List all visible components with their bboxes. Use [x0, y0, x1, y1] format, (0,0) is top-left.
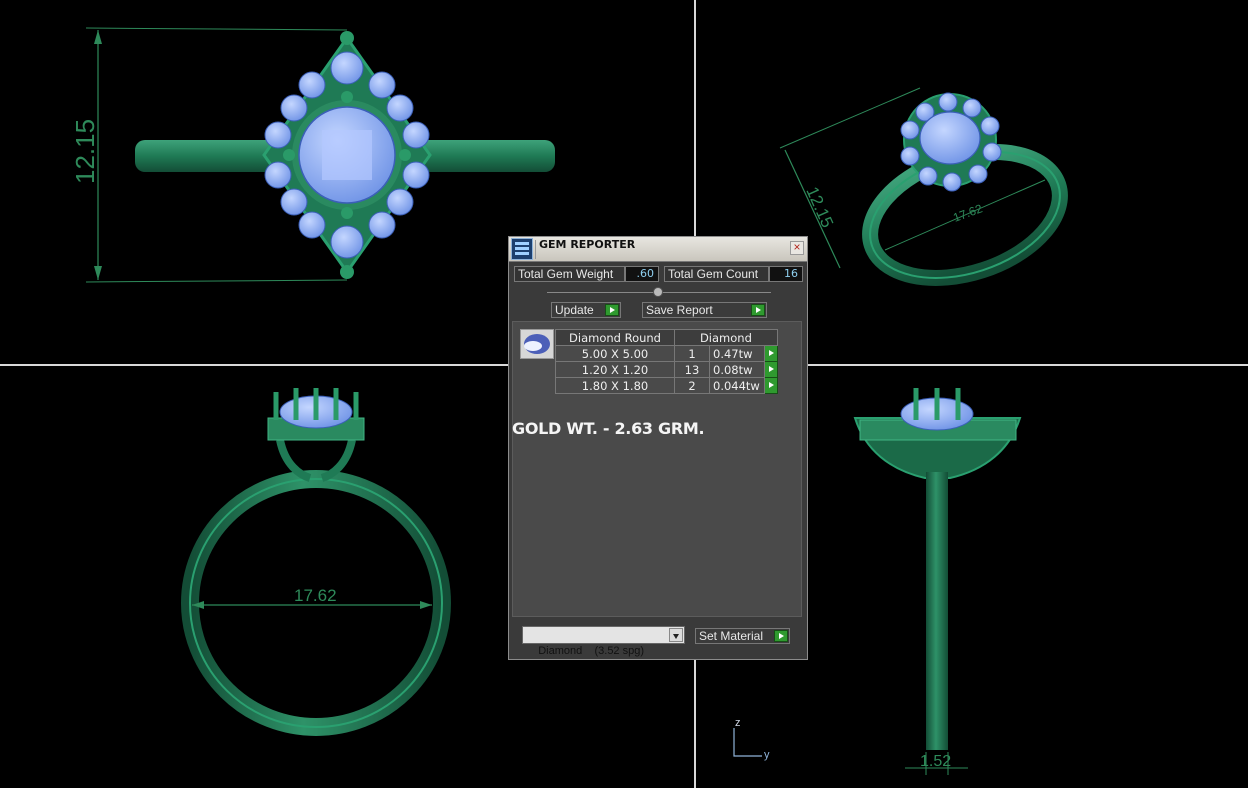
close-icon[interactable]: × [790, 241, 804, 255]
top-height-dimension: 12.15 [70, 119, 100, 184]
total-gem-count-label: Total Gem Count [664, 266, 769, 282]
gold-weight-note: GOLD WT. - 2.63 GRM. [512, 419, 705, 438]
table-row[interactable]: 1.80 X 1.80 2 0.044tw [555, 377, 778, 394]
save-report-button-label: Save Report [646, 303, 713, 317]
gem-reporter-dialog: GEM REPORTER × Total Gem Weight .60 Tota… [508, 236, 808, 660]
slider-handle[interactable] [653, 287, 663, 297]
chevron-down-icon[interactable] [669, 628, 683, 642]
save-report-button[interactable]: Save Report [642, 302, 767, 318]
play-arrow-icon [774, 630, 788, 642]
row-go-button[interactable] [763, 345, 778, 362]
svg-text:y: y [764, 749, 770, 761]
dialog-titlebar[interactable]: GEM REPORTER × [509, 237, 807, 262]
front-view-ring: 17.62 [181, 388, 451, 736]
row-go-button[interactable] [763, 377, 778, 394]
side-view-ring: 1.52 [853, 388, 1022, 775]
header-shape: Diamond Round [555, 329, 675, 346]
set-material-button[interactable]: Set Material [695, 628, 790, 644]
table-row[interactable]: 1.20 X 1.20 13 0.08tw [555, 361, 778, 378]
table-row[interactable]: 5.00 X 5.00 1 0.47tw [555, 345, 778, 362]
total-gem-count-field[interactable]: 16 [769, 266, 803, 282]
gem-list-panel: Diamond Round Diamond 5.00 X 5.00 1 0.47… [512, 321, 802, 617]
header-material: Diamond [674, 329, 778, 346]
gem-table: Diamond Round Diamond 5.00 X 5.00 1 0.47… [555, 329, 778, 394]
axis-triad-icon: z y [733, 717, 770, 761]
top-view-ring: 12.15 [70, 27, 555, 283]
gem-table-header: Diamond Round Diamond [555, 329, 778, 346]
dialog-title: GEM REPORTER [539, 238, 636, 251]
play-arrow-icon [605, 304, 619, 316]
iso-diameter-dimension: 17.62 [951, 201, 984, 225]
material-select-value: Diamond (3.52 spg) [538, 645, 645, 657]
gem-reporter-app-icon [511, 238, 533, 260]
set-material-button-label: Set Material [699, 629, 764, 643]
row-go-button[interactable] [763, 361, 778, 378]
total-gem-weight-field[interactable]: .60 [625, 266, 659, 282]
front-diameter-dimension: 17.62 [294, 586, 337, 605]
iso-view-ring: 12.15 17.62 [779, 87, 1068, 286]
update-button[interactable]: Update [551, 302, 621, 318]
iso-height-dimension: 12.15 [802, 184, 837, 231]
diamond-gem-icon[interactable] [520, 329, 554, 359]
play-arrow-icon [751, 304, 765, 316]
side-width-dimension: 1.52 [920, 753, 951, 770]
update-button-label: Update [555, 303, 594, 317]
svg-text:z: z [735, 717, 741, 729]
material-select[interactable]: Diamond (3.52 spg) [522, 626, 685, 657]
total-gem-weight-label: Total Gem Weight [514, 266, 625, 282]
